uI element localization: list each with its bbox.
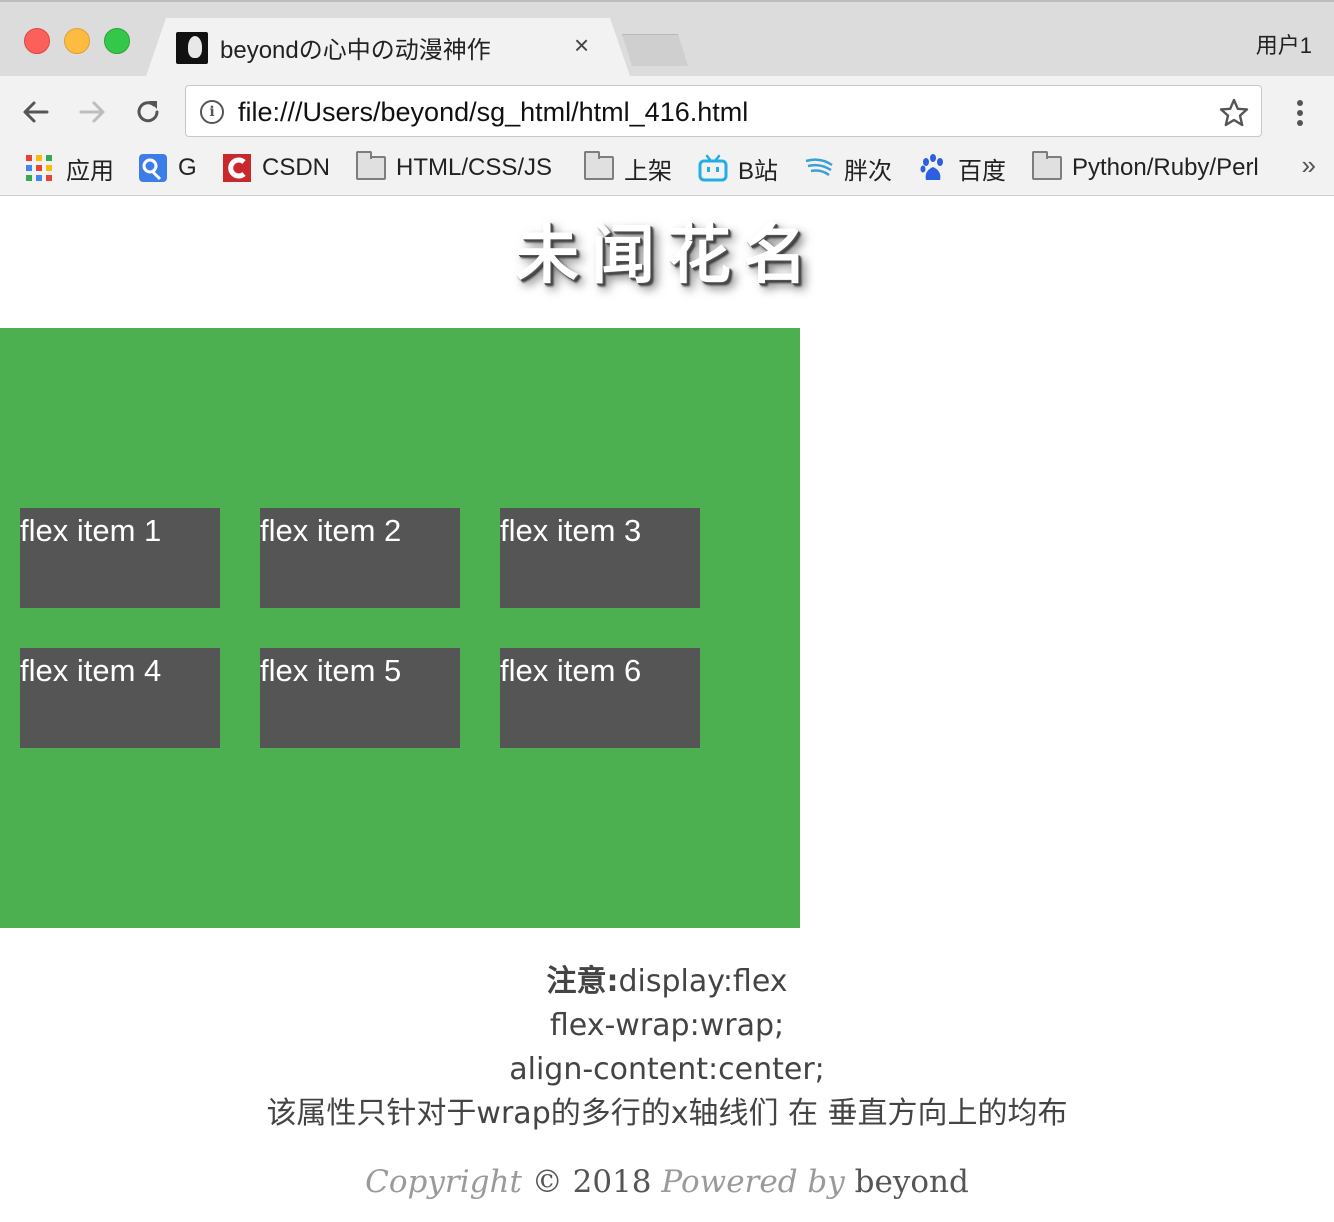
- bookmark-bilibili[interactable]: B站: [698, 148, 778, 188]
- flex-item: flex item 6: [500, 648, 700, 748]
- note-line: 该属性只针对于wrap的多行的x轴线们 在 垂直方向上的均布: [266, 1096, 1068, 1131]
- note-block: 注意:display:flex flex-wrap:wrap; align-co…: [0, 960, 1334, 1136]
- csdn-icon: [222, 153, 252, 183]
- footer-powered-by: Powered by: [661, 1164, 845, 1200]
- flex-item: flex item 5: [260, 648, 460, 748]
- close-window-button[interactable]: [24, 28, 50, 54]
- google-icon: [138, 153, 168, 183]
- footer-copyright: Copyright: [365, 1164, 522, 1200]
- bookmark-label: Python/Ruby/Perl: [1072, 154, 1259, 181]
- apps-grid-icon: [26, 153, 56, 183]
- note-label: 注意:: [546, 964, 619, 999]
- bookmark-pangci[interactable]: 胖次: [804, 148, 892, 188]
- tab-close-icon[interactable]: ×: [574, 30, 589, 61]
- bookmark-folder-html-css-js[interactable]: HTML/CSS/JS: [356, 148, 552, 188]
- kebab-menu-icon[interactable]: [1290, 98, 1310, 128]
- bookmark-folder-shangjia[interactable]: 上架: [584, 148, 672, 188]
- bookmark-apps[interactable]: 应用: [26, 148, 114, 188]
- arrow-right-icon: [79, 101, 105, 123]
- flex-item: flex item 3: [500, 508, 700, 608]
- page-title: 未闻花名: [515, 219, 819, 293]
- flex-item: flex item 1: [20, 508, 220, 608]
- footer-year: © 2018: [531, 1164, 652, 1200]
- forward-button[interactable]: [72, 92, 112, 132]
- flex-container: flex item 1 flex item 2 flex item 3 flex…: [0, 328, 800, 928]
- folder-icon: [1032, 151, 1062, 183]
- back-button[interactable]: [16, 92, 56, 132]
- reload-button[interactable]: [128, 92, 168, 132]
- footer-author: beyond: [854, 1164, 969, 1200]
- flex-item: flex item 2: [260, 508, 460, 608]
- bookmark-g[interactable]: G: [138, 148, 197, 188]
- footer: Copyright © 2018 Powered by beyond: [0, 1164, 1334, 1200]
- note-line: align-content:center;: [509, 1052, 825, 1087]
- url-text[interactable]: file:///Users/beyond/sg_html/html_416.ht…: [238, 97, 748, 128]
- zoom-window-button[interactable]: [104, 28, 130, 54]
- folder-icon: [356, 151, 386, 183]
- bookmark-folder-python-ruby-perl[interactable]: Python/Ruby/Perl: [1032, 148, 1259, 188]
- bilibili-icon: [698, 153, 728, 183]
- arrow-left-icon: [23, 101, 49, 123]
- bookmark-label: 应用: [66, 157, 114, 185]
- tab-favicon-icon: [176, 32, 208, 64]
- note-line: flex-wrap:wrap;: [549, 1008, 785, 1043]
- wing-icon: [804, 153, 834, 183]
- bookmarks-overflow-icon[interactable]: »: [1302, 150, 1316, 181]
- bookmark-label: 胖次: [844, 157, 892, 185]
- folder-icon: [584, 151, 614, 183]
- bookmark-baidu[interactable]: 百度: [918, 148, 1006, 188]
- flex-item: flex item 4: [20, 648, 220, 748]
- note-line: display:flex: [618, 964, 788, 999]
- reload-icon: [137, 101, 159, 123]
- bookmark-label: CSDN: [262, 154, 331, 181]
- bookmark-label: HTML/CSS/JS: [396, 154, 553, 181]
- bookmark-label: 上架: [624, 157, 672, 185]
- profile-button[interactable]: 用户1: [1256, 28, 1312, 60]
- tab-title: beyondの心中の动漫神作: [220, 37, 491, 64]
- minimize-window-button[interactable]: [64, 28, 90, 54]
- bookmark-label: B站: [738, 157, 779, 185]
- bookmarks-bar: 应用 G CSDN HTML/CSS/JS 上架 B站 胖次 百度 Python…: [0, 148, 1334, 188]
- baidu-paw-icon: [918, 153, 948, 183]
- bookmark-csdn[interactable]: CSDN: [222, 148, 330, 188]
- bookmark-star-icon[interactable]: [1218, 97, 1250, 129]
- bookmark-label: 百度: [958, 157, 1006, 185]
- site-info-icon[interactable]: i: [200, 100, 224, 124]
- bookmark-label: G: [178, 154, 197, 181]
